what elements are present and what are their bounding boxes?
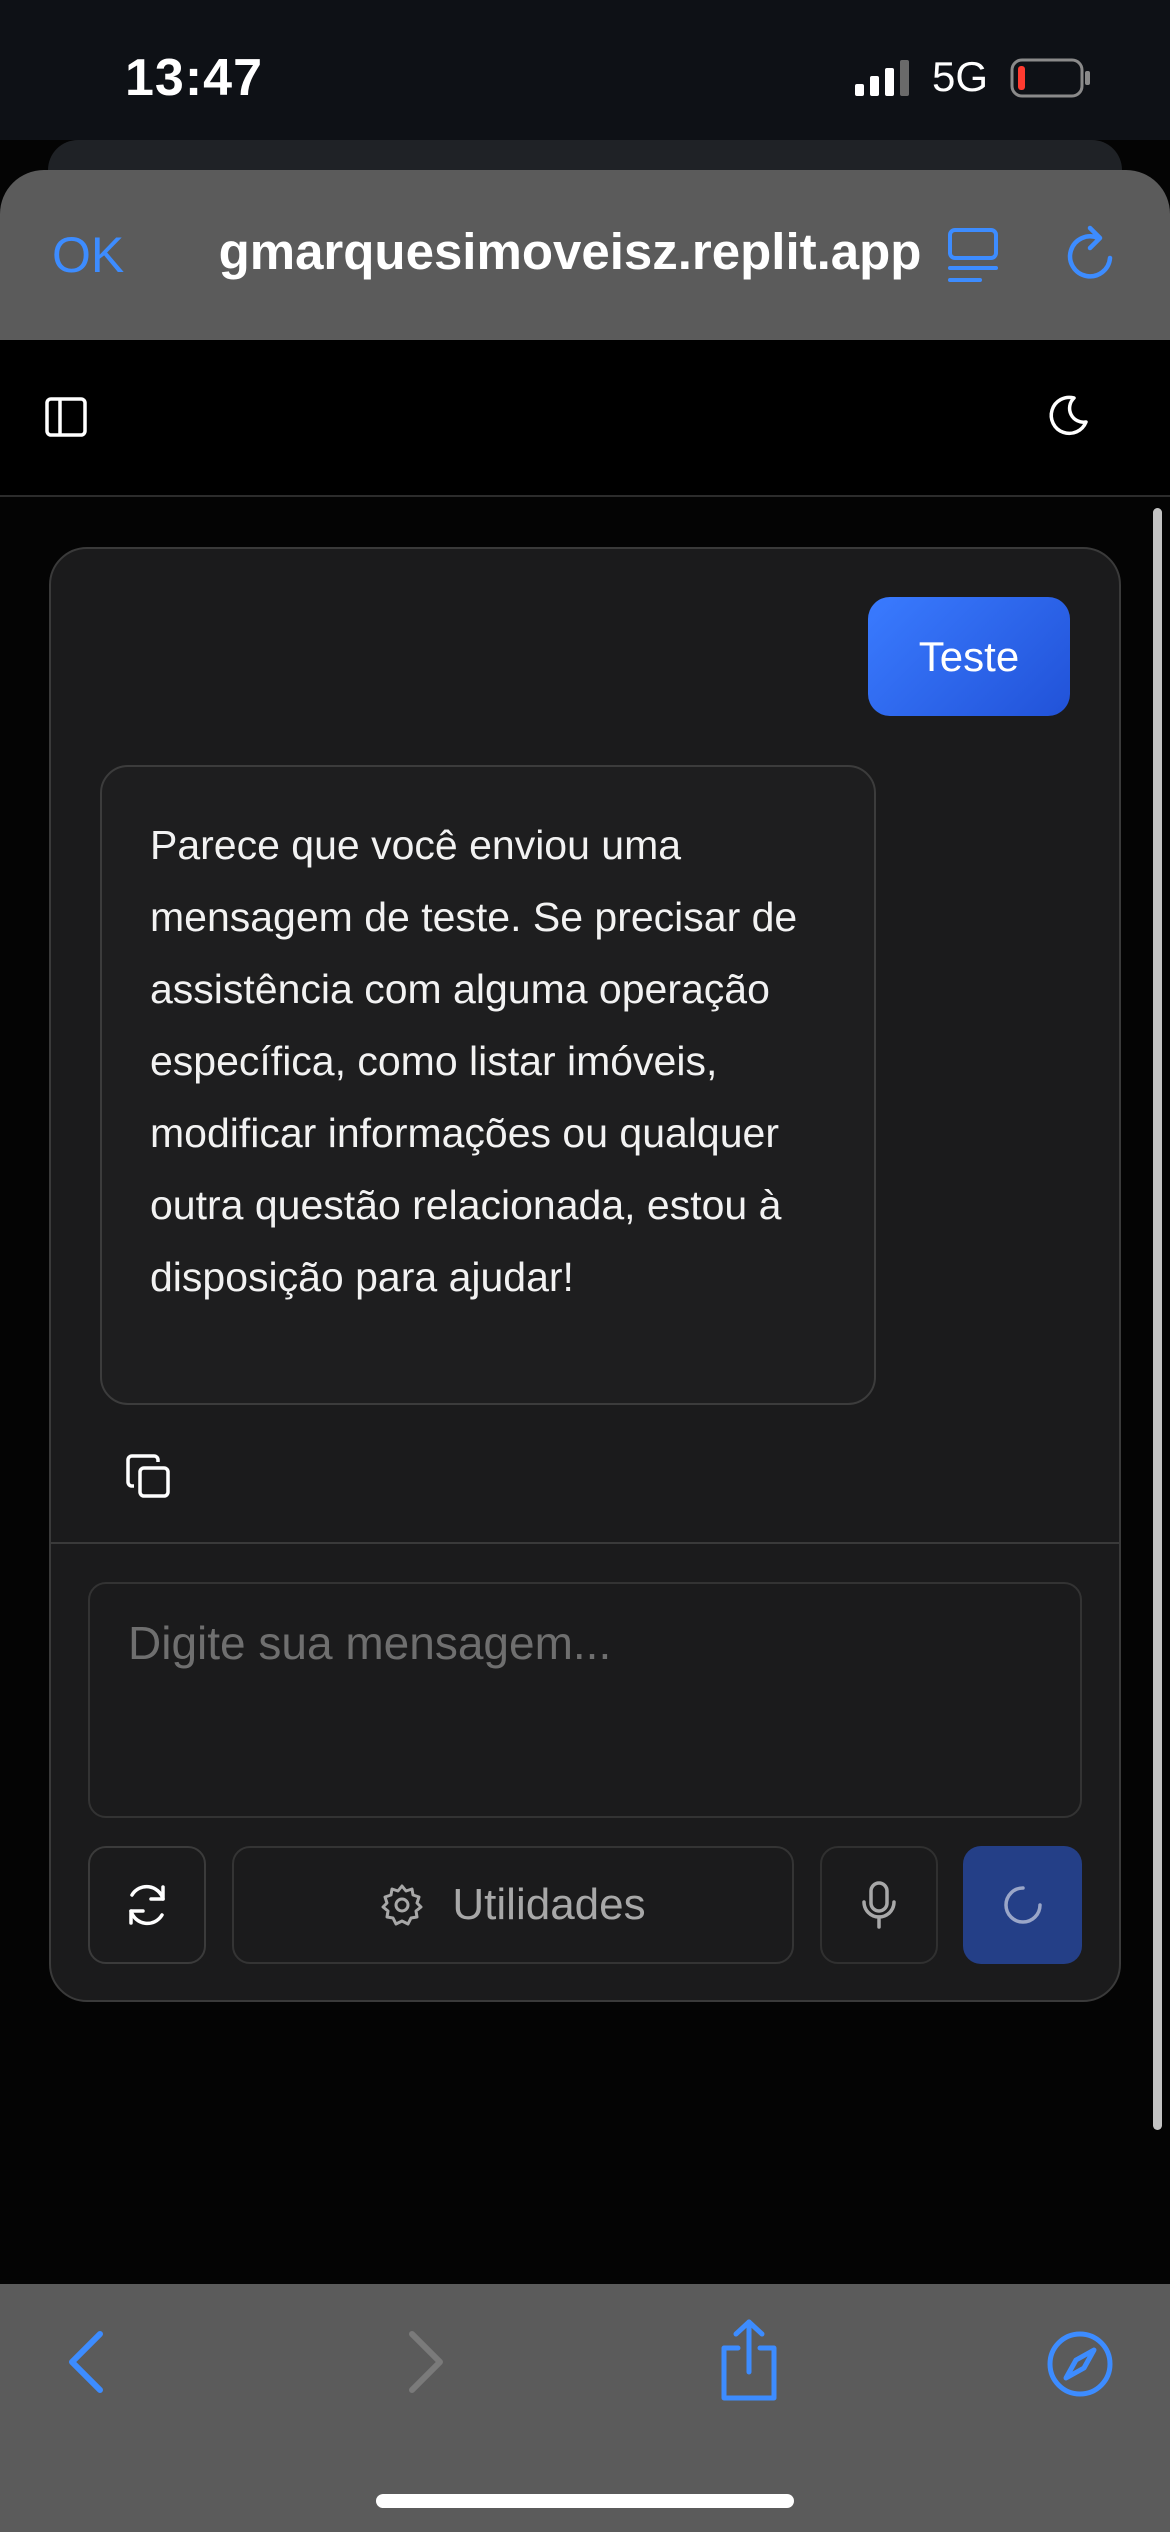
status-time: 13:47 — [125, 49, 263, 107]
refresh-icon — [123, 1881, 171, 1929]
utilities-button[interactable]: Utilidades — [232, 1846, 794, 1964]
url-label[interactable]: gmarquesimoveisz.replit.app — [0, 222, 1100, 281]
chat-divider — [51, 1542, 1119, 1544]
app-header — [0, 340, 1170, 497]
loading-spinner-icon — [1000, 1882, 1046, 1928]
microphone-button[interactable] — [820, 1846, 938, 1964]
microphone-icon — [859, 1880, 899, 1930]
signal-icon — [855, 60, 915, 96]
network-label: 5G — [932, 53, 989, 100]
reader-view-icon[interactable] — [946, 226, 1002, 286]
sidebar-toggle-icon[interactable] — [44, 395, 88, 439]
page-scrollbar[interactable] — [1153, 508, 1162, 2130]
gear-icon — [380, 1883, 424, 1927]
message-input[interactable] — [88, 1582, 1082, 1818]
compass-icon[interactable] — [1046, 2330, 1114, 2398]
utilities-label: Utilidades — [452, 1880, 646, 1929]
copy-icon[interactable] — [124, 1452, 174, 1502]
user-message: Teste — [868, 597, 1070, 716]
share-icon[interactable] — [714, 2318, 784, 2404]
moon-icon[interactable] — [1044, 392, 1092, 440]
refresh-button[interactable] — [88, 1846, 206, 1964]
back-arrow-icon[interactable] — [62, 2328, 112, 2396]
forward-arrow-icon[interactable] — [400, 2328, 450, 2396]
battery-icon — [1010, 58, 1092, 98]
assistant-message: Parece que você enviou uma mensagem de t… — [100, 765, 876, 1405]
reload-icon[interactable] — [1062, 224, 1122, 286]
send-button[interactable] — [963, 1846, 1082, 1964]
home-indicator[interactable] — [376, 2494, 794, 2508]
